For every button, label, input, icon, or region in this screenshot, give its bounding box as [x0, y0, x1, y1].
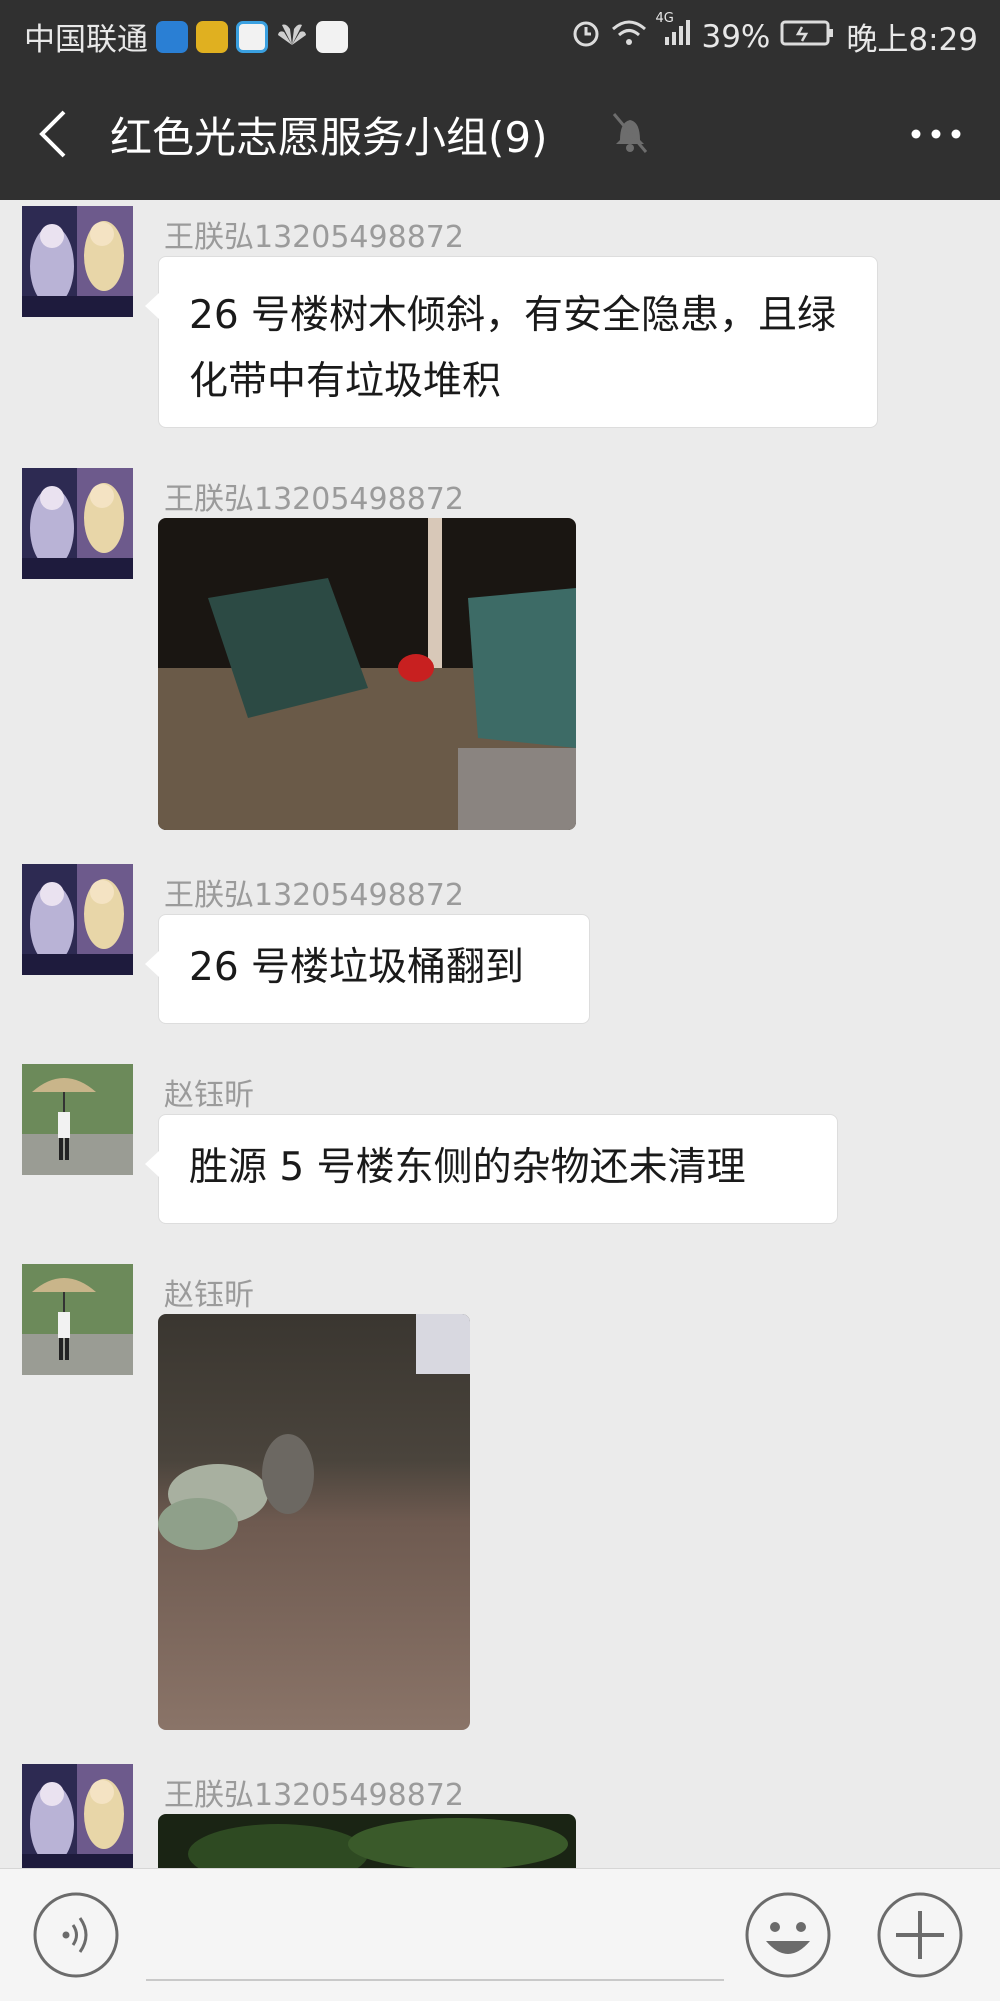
message-item: 赵钰昕: [0, 1258, 1000, 1738]
back-icon[interactable]: [34, 108, 74, 160]
message-list[interactable]: 王朕弘13205498872 26 号楼树木倾斜，有安全隐患，且绿化带中有垃圾堆…: [0, 200, 1000, 1868]
input-bar: [0, 1868, 1000, 2001]
message-bubble[interactable]: 26 号楼树木倾斜，有安全隐患，且绿化带中有垃圾堆积: [145, 256, 878, 428]
chat-title: 红色光志愿服务小组(9): [110, 113, 548, 162]
message-image[interactable]: [158, 1814, 576, 1868]
sender-name: 王朕弘13205498872: [164, 482, 464, 517]
message-bubble[interactable]: 胜源 5 号楼东侧的杂物还未清理: [145, 1114, 838, 1224]
sender-name: 赵钰昕: [164, 1278, 254, 1313]
anime-avatar[interactable]: [22, 206, 133, 317]
status-bar: 中国联通 4G 39% 晚上8:29: [0, 0, 1000, 68]
anime-avatar[interactable]: [22, 468, 133, 579]
wifi-icon: [611, 19, 647, 55]
signal-icon: 4G: [655, 11, 691, 55]
shield-app-icon: [156, 20, 188, 53]
message-item: 王朕弘13205498872 26 号楼树木倾斜，有安全隐患，且绿化带中有垃圾堆…: [0, 200, 1000, 440]
network-type-label: 4G: [655, 10, 674, 26]
message-item: 王朕弘13205498872: [0, 462, 1000, 842]
emoji-icon[interactable]: [744, 1891, 832, 1979]
sender-name: 王朕弘13205498872: [164, 220, 464, 255]
sender-name: 赵钰昕: [164, 1078, 254, 1113]
mute-icon: [612, 113, 648, 153]
message-item: 王朕弘13205498872: [0, 1758, 1000, 1868]
message-input[interactable]: [146, 1893, 724, 1981]
anime-avatar[interactable]: [22, 1764, 133, 1868]
message-item: 王朕弘13205498872 26 号楼垃圾桶翻到: [0, 858, 1000, 1038]
message-item: 赵钰昕 胜源 5 号楼东侧的杂物还未清理: [0, 1058, 1000, 1238]
sender-name: 王朕弘13205498872: [164, 878, 464, 913]
message-image[interactable]: [158, 1314, 470, 1730]
alarm-icon: [571, 18, 601, 56]
plus-icon[interactable]: [876, 1891, 964, 1979]
video-app-icon: [316, 20, 348, 53]
more-icon[interactable]: [908, 114, 964, 154]
sender-name: 王朕弘13205498872: [164, 1778, 464, 1813]
green-app-icon: [196, 20, 228, 53]
voice-icon[interactable]: [32, 1891, 120, 1979]
chat-header: 红色光志愿服务小组(9): [0, 68, 1000, 200]
battery-icon: [780, 19, 836, 55]
message-image[interactable]: [158, 518, 576, 830]
huawei-icon: [276, 19, 308, 55]
umbrella-avatar[interactable]: [22, 1064, 133, 1175]
carrier-label: 中国联通: [24, 22, 148, 58]
anime-avatar[interactable]: [22, 864, 133, 975]
clock: 晚上8:29: [846, 22, 978, 58]
umbrella-avatar[interactable]: [22, 1264, 133, 1375]
battery-percent: 39%: [701, 18, 771, 55]
browser-app-icon: [236, 20, 268, 53]
message-bubble[interactable]: 26 号楼垃圾桶翻到: [145, 914, 590, 1024]
